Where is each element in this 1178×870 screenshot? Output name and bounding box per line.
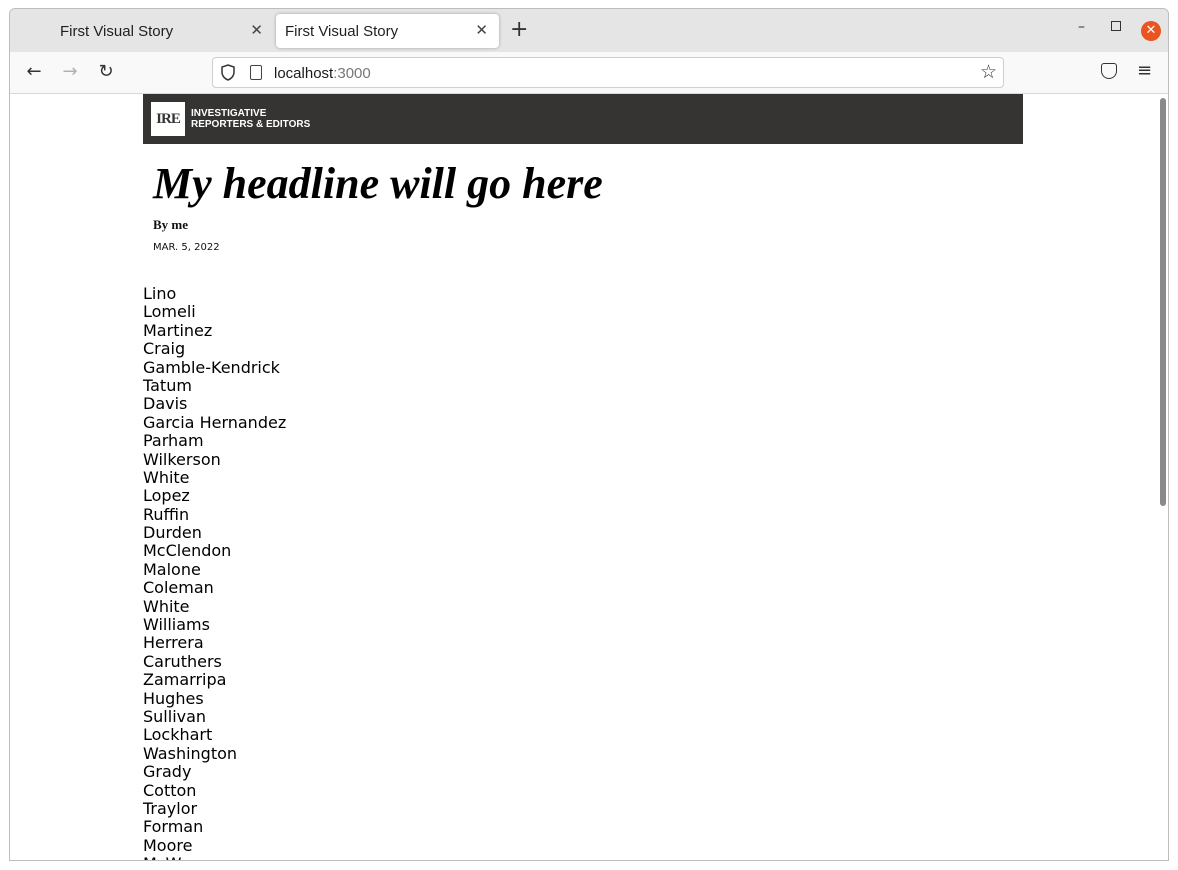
- byline: By me: [153, 217, 189, 232]
- list-item: Lino: [143, 284, 177, 303]
- list-item: Herrera: [143, 633, 204, 653]
- list-item: Traylor: [143, 798, 198, 818]
- list-item: White: [143, 467, 190, 487]
- list-item: Lockhart: [143, 725, 213, 745]
- close-window-icon[interactable]: ✕: [1141, 21, 1161, 41]
- page-icon: [250, 65, 262, 80]
- page-viewport: IRE INVESTIGATIVE REPORTERS & EDITORS My…: [10, 94, 1168, 860]
- list-item: Forman: [143, 817, 204, 837]
- navigation-toolbar: ← → ↻ localhost:3000 ☆ ≡: [10, 52, 1168, 94]
- ire-logo-text: INVESTIGATIVE REPORTERS & EDITORS: [191, 108, 310, 130]
- list-item: Caruthers: [143, 651, 222, 671]
- list-item: Hughes: [143, 688, 204, 708]
- list-item: Ruffin: [143, 504, 190, 524]
- tab-bar: First Visual Story ✕ First Visual Story …: [10, 9, 1168, 52]
- maximize-icon[interactable]: [1111, 21, 1121, 31]
- list-item: Craig: [143, 339, 186, 359]
- tab-title: First Visual Story: [60, 23, 174, 40]
- list-item: Durden: [143, 523, 202, 543]
- minimize-icon[interactable]: –: [1078, 19, 1085, 35]
- new-tab-plus-icon[interactable]: +: [510, 19, 528, 41]
- address-bar[interactable]: localhost:3000 ☆: [212, 57, 1004, 88]
- window-controls: – ✕: [1048, 9, 1168, 52]
- list-item: Washington: [143, 743, 238, 763]
- url-host: localhost: [274, 65, 334, 82]
- page-scrollbar[interactable]: [1160, 98, 1166, 506]
- url-text[interactable]: localhost:3000: [274, 65, 371, 82]
- list-item: McClendon: [143, 541, 232, 561]
- hamburger-menu-icon[interactable]: ≡: [1137, 60, 1152, 81]
- list-item: White: [143, 596, 190, 616]
- list-item: Tatum: [143, 375, 192, 395]
- list-item: Cotton: [143, 780, 197, 800]
- ire-logo-mark[interactable]: IRE: [151, 102, 185, 136]
- list-item: McW: [143, 854, 286, 860]
- list-item: Malone: [143, 559, 201, 579]
- back-arrow-icon[interactable]: ←: [22, 61, 46, 82]
- bookmark-star-icon[interactable]: ☆: [980, 61, 997, 83]
- list-item: Lopez: [143, 486, 190, 506]
- url-port: :3000: [333, 65, 371, 82]
- names-list: Lino Lomeli Martinez Craig Gamble-Kendrick Ta…: [143, 284, 287, 860]
- close-tab-icon[interactable]: ✕: [250, 21, 263, 39]
- ire-banner: IRE INVESTIGATIVE REPORTERS & EDITORS: [143, 94, 1023, 144]
- list-item: Lomeli: [143, 302, 196, 322]
- logo-line-1: INVESTIGATIVE: [191, 108, 267, 119]
- tab-title: First Visual Story: [285, 23, 399, 40]
- list-item: Zamarripa: [143, 670, 227, 690]
- list-item: Coleman: [143, 578, 214, 598]
- shield-icon[interactable]: [221, 64, 235, 81]
- pocket-icon[interactable]: [1101, 63, 1117, 79]
- logo-line-2: REPORTERS & EDITORS: [191, 119, 311, 130]
- list-item: Williams: [143, 615, 210, 635]
- list-item: Grady: [143, 762, 192, 782]
- list-item: Wilkerson: [143, 449, 221, 469]
- list-item: Moore: [143, 835, 193, 855]
- list-item: Davis: [143, 394, 188, 414]
- list-item: Garcia Hernandez: [143, 412, 287, 432]
- forward-arrow-icon[interactable]: →: [58, 61, 82, 82]
- list-item: Sullivan: [143, 706, 207, 726]
- browser-window: First Visual Story ✕ First Visual Story …: [9, 8, 1169, 861]
- tab-first-visual-story-2[interactable]: First Visual Story ✕: [276, 14, 499, 48]
- page-headline: My headline will go here: [153, 159, 603, 208]
- close-tab-icon[interactable]: ✕: [475, 21, 488, 39]
- list-item: Gamble-Kendrick: [143, 357, 280, 377]
- list-item: Martinez: [143, 320, 213, 340]
- publish-date: MAR. 5, 2022: [153, 242, 220, 253]
- list-item: Parham: [143, 431, 204, 451]
- reload-icon[interactable]: ↻: [94, 61, 118, 82]
- tab-first-visual-story-1[interactable]: First Visual Story ✕: [10, 14, 274, 48]
